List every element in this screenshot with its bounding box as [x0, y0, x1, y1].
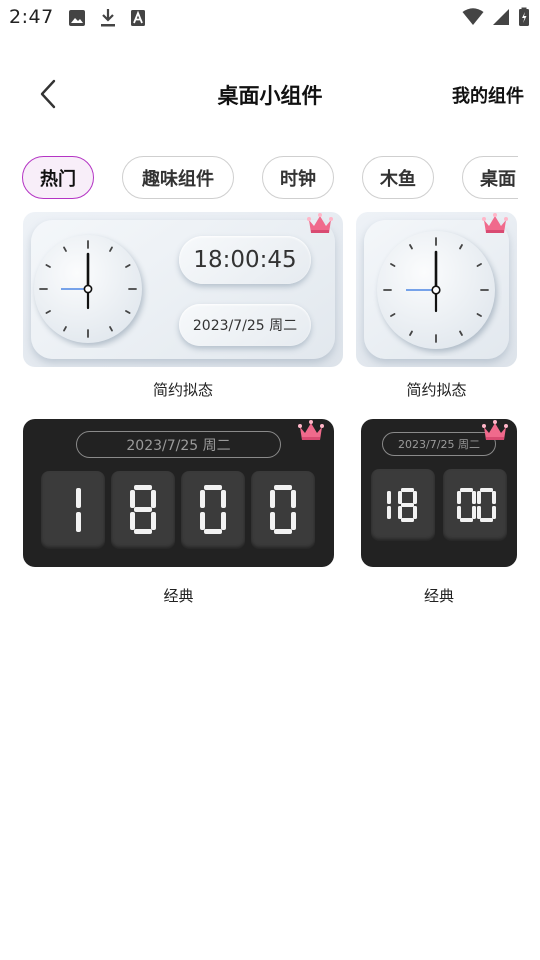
crown-icon [298, 420, 324, 440]
tab-hot[interactable]: 热门 [22, 156, 94, 199]
status-time: 2:47 [9, 6, 54, 28]
category-tabs: 热门 趣味组件 时钟 木鱼 桌面 [22, 156, 518, 200]
tab-fun-widgets[interactable]: 趣味组件 [122, 156, 234, 199]
signal-icon [493, 9, 509, 25]
download-icon [101, 9, 115, 27]
digit-box [181, 471, 245, 549]
widget-caption: 简约拟态 [152, 381, 213, 399]
digit-box [41, 471, 105, 549]
wifi-icon [462, 8, 484, 25]
analog-clock [34, 235, 142, 343]
digit-box [443, 469, 507, 541]
widget-card-classic-wide[interactable]: 2023/7/25 周二 [23, 419, 334, 567]
digit-box [371, 469, 435, 541]
date-pill: 2023/7/25 周二 [382, 432, 496, 456]
my-widgets-link[interactable]: 我的组件 [452, 82, 524, 108]
tab-clock[interactable]: 时钟 [262, 156, 334, 199]
widget-card-simple-wide[interactable]: 18:00:45 2023/7/25 周二 [23, 212, 343, 367]
digit-box [251, 471, 315, 549]
digit-box [111, 471, 175, 549]
crown-icon [482, 420, 508, 440]
tab-desktop[interactable]: 桌面 [462, 156, 518, 199]
battery-icon [519, 7, 529, 26]
crown-icon [307, 213, 333, 233]
a-box-icon [131, 10, 145, 26]
crown-icon [482, 213, 508, 233]
image-icon [69, 10, 85, 26]
widget-caption: 简约拟态 [406, 381, 467, 399]
header: 桌面小组件 我的组件 [0, 62, 540, 126]
widget-caption: 经典 [423, 587, 454, 605]
status-bar: 2:47 [0, 0, 540, 36]
date-pill: 2023/7/25 周二 [179, 304, 311, 346]
analog-clock [377, 231, 495, 349]
date-pill: 2023/7/25 周二 [76, 431, 281, 458]
tab-wooden-fish[interactable]: 木鱼 [362, 156, 434, 199]
digital-time-pill: 18:00:45 [179, 236, 311, 284]
widget-caption: 经典 [163, 587, 194, 605]
